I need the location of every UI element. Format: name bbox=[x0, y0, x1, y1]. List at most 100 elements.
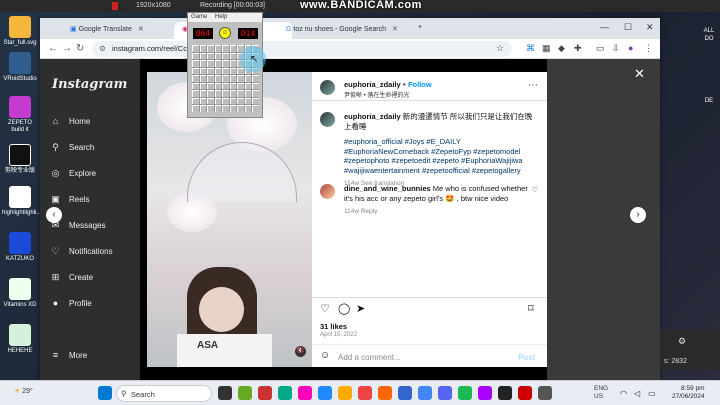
comment-meta[interactable]: 114w Reply bbox=[344, 207, 534, 217]
close-window-button[interactable]: ✕ bbox=[646, 22, 654, 33]
download-icon[interactable]: ⇩ bbox=[612, 43, 620, 54]
mine-cell[interactable] bbox=[192, 75, 199, 82]
mine-cell[interactable] bbox=[229, 45, 237, 52]
mine-cell[interactable] bbox=[229, 52, 237, 60]
mine-cell[interactable] bbox=[207, 45, 214, 52]
mine-cell[interactable] bbox=[214, 97, 222, 105]
reload-icon[interactable]: ↻ bbox=[76, 43, 84, 54]
mine-cell[interactable] bbox=[244, 90, 252, 97]
mine-cell[interactable] bbox=[207, 52, 214, 60]
mine-cell[interactable] bbox=[214, 75, 222, 82]
mine-cell[interactable] bbox=[229, 75, 237, 82]
mine-cell[interactable] bbox=[199, 97, 207, 105]
mine-cell[interactable] bbox=[199, 82, 207, 90]
bookmark-icon[interactable]: ⌑ bbox=[528, 302, 534, 315]
nav-search[interactable]: ⚲ Search bbox=[50, 142, 94, 153]
post-audio[interactable]: 尹俊晰 • 落在生命裡的光 bbox=[344, 90, 432, 99]
battery-icon[interactable]: ▭ bbox=[648, 389, 656, 398]
mine-cell[interactable] bbox=[222, 52, 229, 60]
avatar[interactable] bbox=[320, 184, 335, 199]
app-icon[interactable] bbox=[278, 386, 292, 400]
app-icon[interactable] bbox=[358, 386, 372, 400]
extension-icon[interactable]: ⌘ bbox=[526, 43, 535, 54]
mine-cell[interactable] bbox=[207, 90, 214, 97]
windows-start-icon[interactable] bbox=[98, 386, 112, 400]
nav-profile[interactable]: ● Profile bbox=[50, 298, 92, 309]
more-options-icon[interactable]: ⋯ bbox=[528, 80, 538, 91]
menu-icon[interactable]: ⋮ bbox=[644, 43, 653, 54]
mine-cell[interactable] bbox=[237, 90, 244, 97]
mine-cell[interactable] bbox=[192, 67, 199, 75]
post-username[interactable]: euphoria_zdaily bbox=[344, 80, 401, 89]
nav-more[interactable]: ≡ More bbox=[50, 350, 87, 361]
mine-cell[interactable] bbox=[199, 45, 207, 52]
emoji-icon[interactable]: ☺ bbox=[320, 350, 330, 361]
close-tab-icon[interactable]: ✕ bbox=[392, 26, 398, 33]
desktop-icon-vitamins[interactable]: Vitamins XD bbox=[2, 278, 38, 309]
nav-reels[interactable]: ▣ Reels bbox=[50, 194, 89, 205]
desktop-icon-vroid[interactable]: VRoidStudio bbox=[2, 52, 38, 83]
mine-cell[interactable] bbox=[229, 97, 237, 105]
mine-cell[interactable] bbox=[222, 82, 229, 90]
star-icon[interactable]: ☆ bbox=[496, 43, 504, 54]
mine-cell[interactable] bbox=[244, 82, 252, 90]
share-icon[interactable]: ➤ bbox=[356, 302, 365, 315]
mine-cell[interactable] bbox=[222, 105, 229, 112]
post-comment-button[interactable]: Post bbox=[518, 353, 535, 362]
desktop-icon-katzuko[interactable]: KATZUKO bbox=[2, 232, 38, 263]
mine-cell[interactable] bbox=[214, 105, 222, 112]
app-icon[interactable] bbox=[378, 386, 392, 400]
taskbar-search[interactable]: ⚲ Search bbox=[116, 385, 212, 402]
mine-cell[interactable] bbox=[214, 52, 222, 60]
heart-icon[interactable]: ♡ bbox=[320, 302, 330, 315]
mine-cell[interactable] bbox=[199, 105, 207, 112]
desktop-icon-capcut[interactable]: 剪映专业版 bbox=[2, 144, 38, 175]
mine-cell[interactable] bbox=[214, 67, 222, 75]
back-icon[interactable]: ← bbox=[48, 43, 58, 54]
mine-cell[interactable] bbox=[199, 52, 207, 60]
nav-explore[interactable]: ◎ Explore bbox=[50, 168, 97, 179]
nav-notifications[interactable]: ♡ Notifications bbox=[50, 246, 112, 257]
clock[interactable]: 8:59 pm 27/06/2024 bbox=[672, 385, 705, 401]
app-icon[interactable] bbox=[538, 386, 552, 400]
comment-icon[interactable]: ◯ bbox=[338, 302, 350, 315]
mine-cell[interactable] bbox=[244, 97, 252, 105]
comment-input[interactable]: Add a comment... bbox=[338, 353, 401, 362]
mine-cell[interactable] bbox=[229, 82, 237, 90]
follow-button[interactable]: Follow bbox=[408, 80, 432, 89]
mine-cell[interactable] bbox=[237, 82, 244, 90]
new-tab-button[interactable]: + bbox=[414, 22, 430, 39]
nav-home[interactable]: ⌂ Home bbox=[50, 116, 91, 127]
tab-google-search[interactable]: G toz nu shoes - Google Search ✕ bbox=[278, 22, 408, 39]
mine-cell[interactable] bbox=[192, 90, 199, 97]
mine-cell[interactable] bbox=[207, 60, 214, 67]
maximize-button[interactable]: ☐ bbox=[624, 22, 632, 33]
site-info-icon[interactable]: ⚙ bbox=[99, 44, 106, 53]
mine-cell[interactable] bbox=[214, 90, 222, 97]
mine-cell[interactable] bbox=[229, 105, 237, 112]
mine-cell[interactable] bbox=[252, 75, 259, 82]
mine-cell[interactable] bbox=[222, 90, 229, 97]
tab-google-translate[interactable]: ▣ Google Translate ✕ bbox=[62, 22, 172, 39]
mine-cell[interactable] bbox=[222, 97, 229, 105]
profile-avatar[interactable]: ● bbox=[628, 43, 633, 53]
extension-icon[interactable]: ◆ bbox=[558, 43, 565, 54]
mine-cell[interactable] bbox=[214, 60, 222, 67]
likes-count[interactable]: 31 likes bbox=[320, 322, 347, 331]
mine-cell[interactable] bbox=[252, 90, 259, 97]
extension-icon[interactable]: ▦ bbox=[542, 43, 551, 54]
app-icon[interactable] bbox=[438, 386, 452, 400]
avatar[interactable] bbox=[320, 112, 335, 127]
mine-cell[interactable] bbox=[192, 97, 199, 105]
mine-cell[interactable] bbox=[222, 45, 229, 52]
mine-cell[interactable] bbox=[237, 105, 244, 112]
next-arrow-icon[interactable]: › bbox=[630, 207, 646, 223]
chrome-icon[interactable] bbox=[418, 386, 432, 400]
desktop-icon-star[interactable]: Star_full.svg bbox=[2, 16, 38, 47]
desktop-icon-zepeto[interactable]: ZEPETO build it bbox=[2, 96, 38, 134]
mine-cell[interactable] bbox=[214, 45, 222, 52]
address-bar[interactable]: ⚙ instagram.com/reel/CcWi bbox=[92, 41, 512, 57]
mine-cell[interactable] bbox=[244, 105, 252, 112]
mine-cell[interactable] bbox=[192, 45, 199, 52]
smiley-button[interactable]: ☺ bbox=[219, 27, 231, 39]
